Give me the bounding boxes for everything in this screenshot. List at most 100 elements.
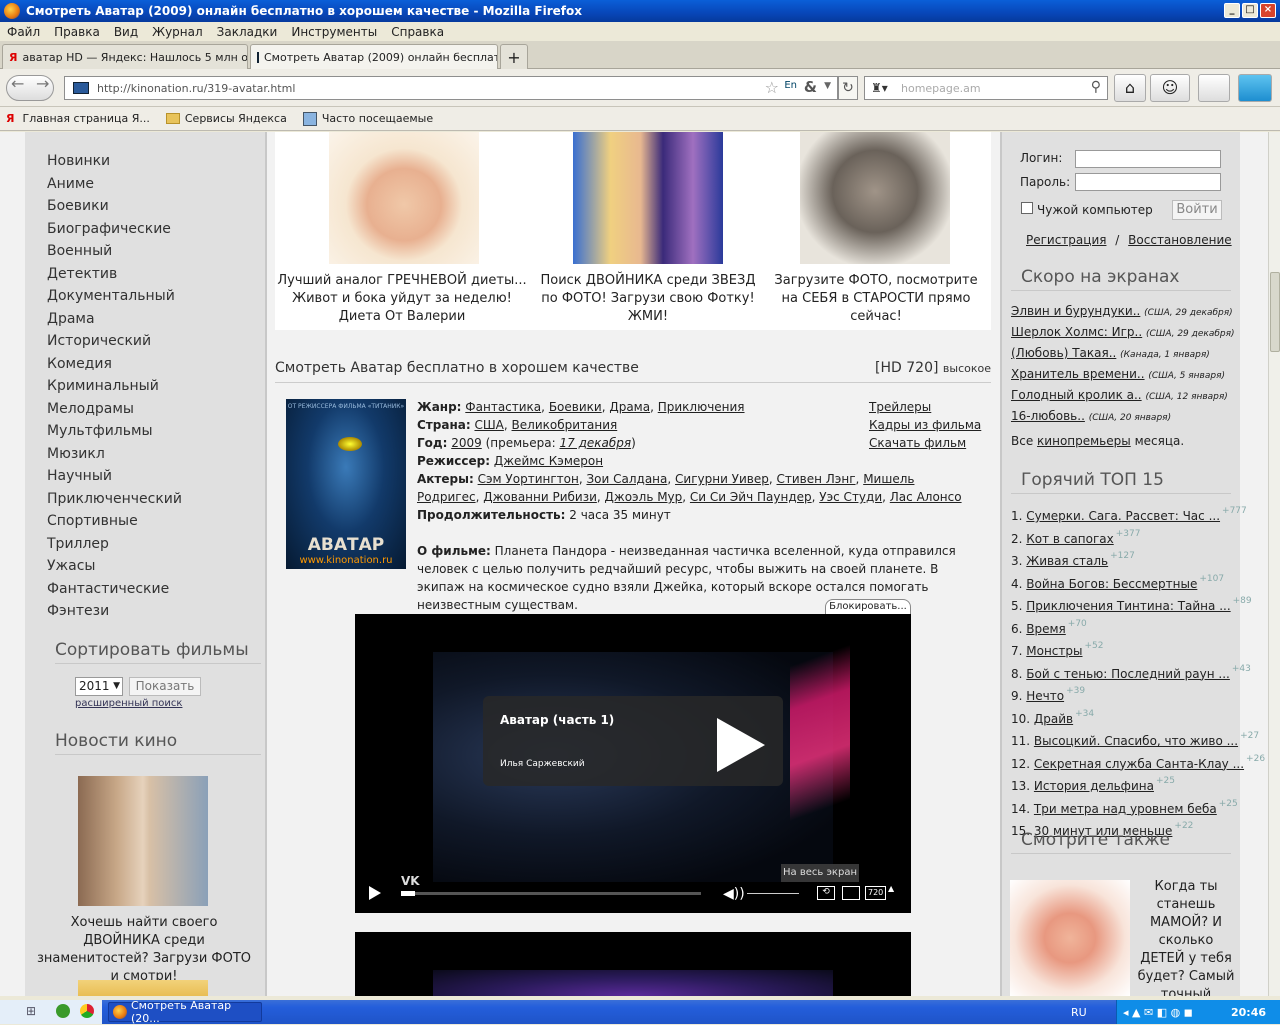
genre-link[interactable]: Фантастика [465,400,541,414]
bookmark-yandex[interactable]: Я Главная страница Я... [6,112,150,125]
tab-yandex[interactable]: Я аватар HD — Яндекс: Нашлось 5 млн о... [2,44,248,69]
top-title[interactable]: Бой с тенью: Последний раун ... [1026,664,1230,685]
genre-link[interactable]: Документальный [25,285,265,308]
login-button[interactable]: Войти [1172,200,1222,220]
top-title[interactable]: Время [1026,619,1066,640]
chevron-up-icon[interactable]: ▲ [888,884,894,893]
new-tab-button[interactable]: + [500,44,528,69]
actor-link[interactable]: Сэм Уортингтон [478,472,579,486]
coming-title[interactable]: Элвин и бурундуки.. [1011,304,1140,318]
menu-tools[interactable]: Инструменты [284,25,384,39]
menu-file[interactable]: Файл [0,25,47,39]
top-title[interactable]: Драйв [1034,709,1073,730]
ad-image-3[interactable] [800,132,950,264]
register-link[interactable]: Регистрация [1026,233,1106,247]
genre-link[interactable]: Приключенческий [25,488,265,511]
tray-icons[interactable]: ◂ ▲ ✉ ◧ ◍ ◼ [1123,1006,1193,1019]
volume-icon[interactable]: ◀)) [723,886,745,902]
year-link[interactable]: 2009 [451,436,482,450]
actor-link[interactable]: Зои Салдана [586,472,667,486]
home-icon[interactable]: ⌂ [1114,74,1146,102]
address-bar[interactable]: http://kinonation.ru/319-avatar.html ☆ E… [64,76,838,100]
ad-image-2[interactable] [573,132,723,264]
minimize-button[interactable]: _ [1224,3,1240,18]
top-title[interactable]: Кот в сапогах [1026,529,1113,550]
loop-icon[interactable]: ⟲ [817,886,835,900]
smiley-addon-icon[interactable]: ☺ [1150,74,1190,102]
genre-link[interactable]: Биографические [25,218,265,241]
news-image-2[interactable] [78,980,208,996]
genre-link[interactable]: Аниме [25,173,265,196]
menu-edit[interactable]: Правка [47,25,107,39]
language-indicator[interactable]: RU [1071,1006,1087,1019]
video-player-2[interactable] [355,932,911,996]
back-arrow-icon[interactable]: ← [11,74,24,93]
chevron-down-icon[interactable]: ▼ [824,81,831,91]
genre-link[interactable]: Ужасы [25,555,265,578]
search-engine-icon[interactable]: ♜▾ [871,81,888,95]
genre-link[interactable]: Исторический [25,330,265,353]
top-title[interactable]: Нечто [1026,686,1064,707]
forward-arrow-icon[interactable]: → [36,74,49,93]
tab-avatar[interactable]: Смотреть Аватар (2009) онлайн бесплат...… [250,44,498,69]
maximize-button[interactable]: □ [1242,3,1258,18]
coming-title[interactable]: Хранитель времени.. [1011,367,1145,381]
genre-link[interactable]: Спортивные [25,510,265,533]
password-input[interactable] [1075,173,1221,191]
advanced-search-link[interactable]: расширенный поиск [75,698,182,709]
actor-link[interactable]: Лас Алонсо [890,490,962,504]
menu-history[interactable]: Журнал [145,25,210,39]
top-title[interactable]: Высоцкий. Спасибо, что живо ... [1034,731,1238,752]
genre-link[interactable]: Криминальный [25,375,265,398]
remember-checkbox[interactable] [1021,202,1033,214]
genre-link[interactable]: Мелодрамы [25,398,265,421]
bookmark-yandex-services[interactable]: Сервисы Яндекса [165,112,287,125]
genre-link[interactable]: Драма [609,400,650,414]
actor-link[interactable]: Си Си Эйч Паундер [690,490,812,504]
chrome-icon[interactable] [80,1004,94,1018]
ad-caption-2[interactable]: Поиск ДВОЙНИКА среди ЗВЕЗД по ФОТО! Загр… [533,272,763,326]
reload-icon[interactable]: ↻ [838,76,858,100]
download-link[interactable]: Скачать фильм [869,434,989,452]
menu-view[interactable]: Вид [107,25,145,39]
windows-icon[interactable]: ⊞ [26,1004,36,1018]
genre-link[interactable]: Фантастические [25,578,265,601]
see-also-image[interactable] [1010,880,1130,996]
menu-help[interactable]: Справка [384,25,451,39]
top-title[interactable]: Монстры [1026,641,1082,662]
actor-link[interactable]: Стивен Лэнг [777,472,856,486]
progress-track[interactable] [401,891,701,896]
news-caption[interactable]: Хочешь найти своего ДВОЙНИКА среди знаме… [33,914,255,986]
video-player[interactable]: Аватар (часть 1) Илья Саржевский На весь… [355,614,911,913]
show-button[interactable]: Показать [129,677,201,696]
login-input[interactable] [1075,150,1221,168]
search-bar[interactable]: ♜▾ homepage.am ⚲ [864,76,1108,100]
play-icon[interactable] [369,886,381,900]
premieres-link[interactable]: кинопремьеры [1037,434,1131,448]
coming-title[interactable]: (Любовь) Такая.. [1011,346,1116,360]
country-link[interactable]: США [474,418,503,432]
coming-title[interactable]: Шерлок Холмс: Игр.. [1011,325,1142,339]
restore-link[interactable]: Восстановление [1128,233,1231,247]
ad-caption-3[interactable]: Загрузите ФОТО, посмотрите на СЕБЯ в СТА… [767,272,985,326]
genre-link[interactable]: Новинки [25,150,265,173]
utorrent-icon[interactable] [56,1004,70,1018]
scrollbar-thumb[interactable] [1270,272,1280,352]
genre-link[interactable]: Боевики [549,400,602,414]
play-overlay-icon[interactable] [717,718,765,772]
actor-link[interactable]: Уэс Студи [819,490,882,504]
genre-link[interactable]: Военный [25,240,265,263]
genre-link[interactable]: Детектив [25,263,265,286]
progress-handle[interactable] [401,891,415,896]
volume-slider[interactable] [747,893,799,894]
top-title[interactable]: Живая сталь [1026,551,1108,572]
year-select[interactable]: 2011 ▼ [75,677,123,696]
coming-title[interactable]: Голодный кролик а.. [1011,388,1142,402]
genre-link[interactable]: Триллер [25,533,265,556]
ad-image-1[interactable] [329,132,479,264]
coming-title[interactable]: 16-любовь.. [1011,409,1085,423]
block-button[interactable]: Блокировать... [825,599,911,615]
ad-caption-1[interactable]: Лучший аналог ГРЕЧНЕВОЙ диеты... Живот и… [277,272,527,326]
actor-link[interactable]: Джованни Рибизи [483,490,597,504]
top-title[interactable]: Война Богов: Бессмертные [1026,574,1197,595]
